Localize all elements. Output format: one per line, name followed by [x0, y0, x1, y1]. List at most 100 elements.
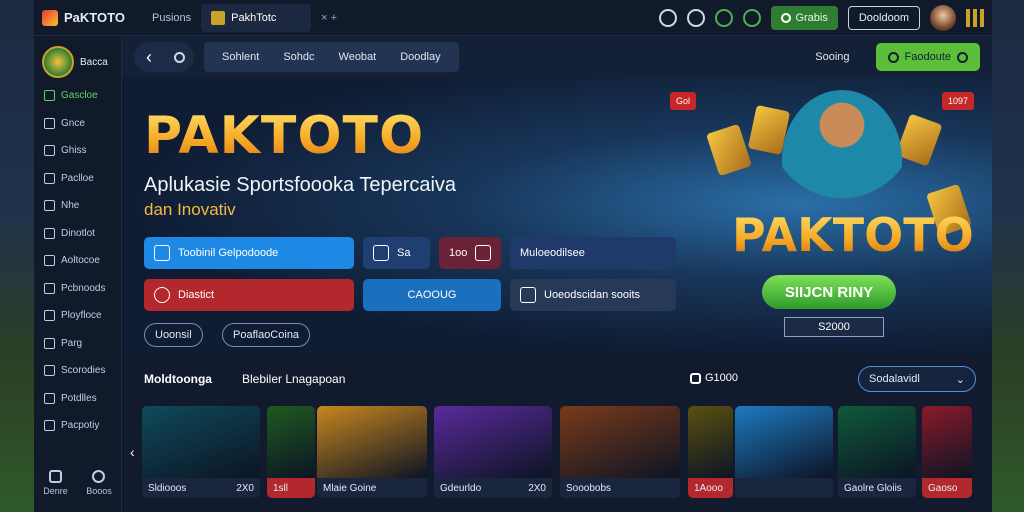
- nav-cta-button[interactable]: Faodoute: [875, 43, 980, 71]
- game-thumbnail: [838, 406, 916, 478]
- back-button[interactable]: ‹: [134, 42, 164, 72]
- sidebar-item[interactable]: Ployfloce: [34, 302, 121, 330]
- chart-icon: [44, 365, 55, 377]
- hero-button-label: Diastict: [178, 289, 215, 301]
- sidebar-item[interactable]: Pcbnoods: [34, 275, 121, 303]
- sidebar-avatar: [42, 46, 74, 78]
- game-card[interactable]: Gdeurldo 2X0: [434, 406, 552, 498]
- badge-icon: [475, 245, 491, 261]
- sidebar-item[interactable]: Dinotlot: [34, 220, 121, 248]
- game-card-label: Sldiooos 2X0: [142, 478, 260, 498]
- nav-tab[interactable]: Doodlay: [388, 51, 452, 63]
- search-icon: [957, 51, 968, 63]
- hero-title: PAKTOTO: [144, 106, 425, 166]
- top-outline-button[interactable]: Dooldoom: [847, 5, 920, 30]
- playing-card-icon: [895, 113, 943, 167]
- game-card[interactable]: 1Aooo: [688, 406, 733, 498]
- hero-button-2[interactable]: Sa: [363, 237, 430, 269]
- game-card[interactable]: Sooobobs: [560, 406, 680, 498]
- tab-controls[interactable]: × +: [321, 12, 337, 24]
- game-card[interactable]: Gaolre Gloiis: [838, 406, 916, 498]
- wallet-icon: [44, 172, 55, 184]
- power-icon: [887, 51, 899, 63]
- sidebar-item[interactable]: Scorodies: [34, 357, 121, 385]
- sidebar-header[interactable]: Bacca: [34, 42, 121, 82]
- top-green-button[interactable]: Grabis: [771, 5, 838, 30]
- games-select[interactable]: Sodalavidl ⌄: [858, 366, 976, 392]
- stadium-backdrop-left: [0, 0, 34, 512]
- hero-button-4[interactable]: Muloeodilsee: [510, 237, 676, 269]
- globe-icon[interactable]: [715, 8, 734, 27]
- sidebar-item-label: Paclloe: [61, 172, 94, 184]
- hero-button-label: Muloeodilsee: [520, 247, 585, 259]
- nav-link[interactable]: Sooing: [815, 51, 849, 63]
- calendar-icon: [44, 255, 55, 267]
- hero-button-3[interactable]: 1oo: [439, 237, 501, 269]
- sidebar-item-label: Ployfloce: [61, 310, 102, 322]
- game-card-label: Gaoso: [922, 478, 972, 498]
- hero-button-7[interactable]: Uoeodscidan sooits: [510, 279, 676, 311]
- gift-icon: [44, 282, 55, 294]
- sidebar-bottom-home[interactable]: Denre: [43, 470, 68, 496]
- sidebar-header-label: Bacca: [80, 56, 108, 68]
- playing-card-icon: [706, 123, 752, 177]
- hero-pill-1[interactable]: Uoonsil: [144, 323, 203, 347]
- sidebar-item[interactable]: Paclloe: [34, 165, 121, 193]
- apps-grid-icon[interactable]: [966, 8, 984, 27]
- search-button[interactable]: [164, 42, 194, 72]
- hero-button-label: Uoeodscidan sooits: [544, 289, 641, 301]
- chat-icon: [44, 145, 55, 157]
- sidebar-item[interactable]: Aoltocoe: [34, 247, 121, 275]
- nav-cta-label: Faodoute: [904, 51, 951, 63]
- game-card[interactable]: 1sll: [267, 406, 315, 498]
- sidebar-item[interactable]: Ghiss: [34, 137, 121, 165]
- game-card[interactable]: Gaoso: [922, 406, 972, 498]
- carousel-prev-icon[interactable]: ‹: [130, 444, 135, 460]
- sidebar-item[interactable]: Nhe: [34, 192, 121, 220]
- nav-tab[interactable]: Sohlent: [210, 51, 271, 63]
- sidebar-item[interactable]: Potdlles: [34, 385, 121, 413]
- game-card[interactable]: Sldiooos 2X0: [142, 406, 260, 498]
- nav-tab[interactable]: Weobat: [327, 51, 389, 63]
- sidebar-item[interactable]: Gnce: [34, 110, 121, 138]
- trophy-icon: [44, 392, 55, 404]
- sidebar-item[interactable]: Pacpotiy: [34, 412, 121, 440]
- player-icon: [373, 245, 389, 261]
- games-heading-title[interactable]: Moldtoonga: [144, 372, 212, 386]
- sidebar-item[interactable]: Parg: [34, 330, 121, 358]
- game-thumbnail: [922, 406, 972, 478]
- brand-logo-icon: [42, 9, 58, 26]
- game-card-title: Sooobobs: [566, 482, 612, 494]
- sidebar-item[interactable]: Gascloe: [34, 82, 121, 110]
- brand[interactable]: PaKTOTO: [42, 9, 142, 26]
- hero-button-5[interactable]: Diastict: [144, 279, 354, 311]
- sidebar-bottom: Denre Booos: [34, 470, 121, 496]
- upload-icon[interactable]: [687, 8, 706, 27]
- user-avatar[interactable]: [930, 4, 956, 31]
- sidebar-bottom-search[interactable]: Booos: [86, 470, 112, 496]
- hero-art-cta-button[interactable]: SIIJCN RINY: [762, 275, 896, 309]
- hero-pill-2[interactable]: PoaflaoCoina: [222, 323, 311, 347]
- sidebar-bottom-label: Booos: [86, 486, 112, 496]
- games-heading-subtitle[interactable]: Blebiler Lnagapoan: [242, 372, 345, 386]
- sidebar-item-label: Gnce: [61, 117, 85, 129]
- nav-right: Sooing Faodoute: [815, 43, 980, 71]
- game-card[interactable]: Mlaie Goine: [317, 406, 427, 498]
- hero-button-6[interactable]: CAOOUG: [363, 279, 501, 311]
- game-card[interactable]: [735, 406, 833, 498]
- clock-icon[interactable]: [659, 8, 678, 27]
- nav-tab[interactable]: Sohdc: [271, 51, 326, 63]
- top-bar: PaKTOTO Pusions PakhTotc × + Grabis Dool…: [34, 0, 992, 36]
- hero-button-1[interactable]: Toobinil Gelpodoode: [144, 237, 354, 269]
- sidebar-bottom-label: Denre: [43, 486, 68, 496]
- game-card-label: Gaolre Gloiis: [838, 478, 916, 498]
- tab-plain[interactable]: Pusions: [142, 4, 201, 32]
- game-card-meta: 2X0: [528, 482, 546, 494]
- list-icon: [44, 227, 55, 239]
- game-card-title: 1sll: [273, 482, 289, 494]
- chevron-left-icon: ‹: [146, 46, 152, 67]
- lock-icon[interactable]: [743, 8, 762, 27]
- tab-active[interactable]: PakhTotc: [201, 3, 312, 32]
- game-card-label: 1Aooo: [688, 478, 733, 498]
- hero-banner: PAKTOTO Aplukasie Sportsfoooka Tepercaiv…: [122, 78, 992, 356]
